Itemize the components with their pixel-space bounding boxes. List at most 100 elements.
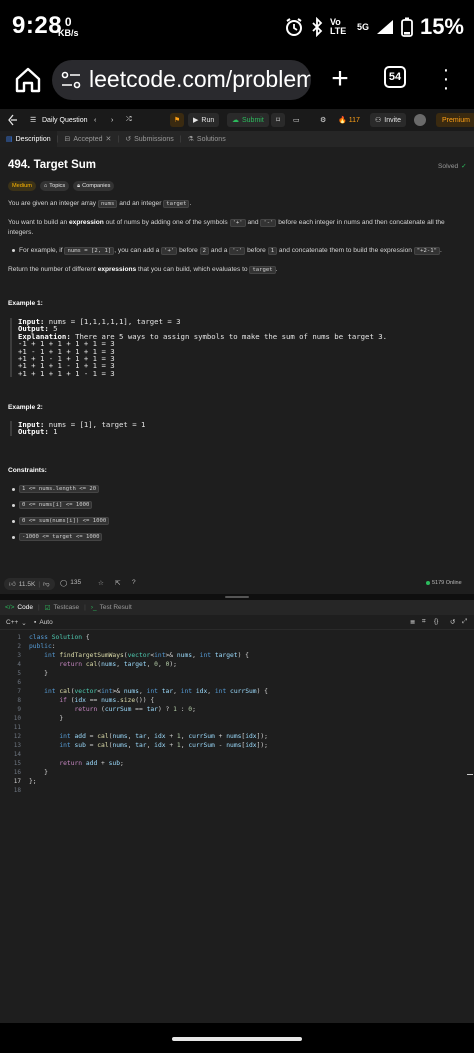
like-button[interactable]: 👍︎ 11.5K | 👎︎ [4, 578, 55, 590]
home-icon[interactable] [12, 64, 44, 96]
submit-button[interactable]: ☁ Submit [227, 113, 269, 127]
code-token: tar [146, 706, 158, 713]
code-line[interactable]: int add = cal(nums, tar, idx + 1, currSu… [29, 733, 268, 740]
layout-icon[interactable]: ▭ [293, 109, 300, 131]
line-number: 3 [17, 652, 21, 659]
invite-button[interactable]: ⚇ Invite [370, 113, 407, 127]
code-token: nums [226, 742, 242, 749]
inline-code: 1 [267, 247, 278, 255]
code-line[interactable]: } [29, 715, 63, 722]
problem-list-icon[interactable]: ☰ [30, 109, 36, 131]
tab-test-result[interactable]: ›_ Test Result [86, 600, 137, 615]
tab-solutions[interactable]: ⚗ Solutions [182, 131, 232, 147]
auto-mode-toggle[interactable]: ▪ Auto [34, 619, 53, 626]
tab-description[interactable]: ▤ Description [0, 131, 57, 147]
tab-testcase[interactable]: ☑ Testcase [40, 600, 84, 615]
premium-button[interactable]: Premium [436, 113, 474, 127]
streak-counter[interactable]: 🔥 117 [338, 109, 360, 131]
code-line[interactable]: return cal(nums, target, 0, 0); [29, 661, 177, 668]
prev-problem-icon[interactable]: ‹ [94, 109, 96, 131]
help-icon[interactable]: ? [132, 579, 136, 586]
code-line[interactable]: if (idx == nums.size()) { [29, 697, 154, 704]
tab-accepted[interactable]: ⊟ Accepted ✕ [58, 131, 117, 147]
format-icon[interactable]: ≣ [410, 618, 415, 626]
avatar[interactable] [414, 109, 426, 131]
code-token: class [29, 634, 48, 641]
solved-status: Solved ✓ [438, 162, 467, 171]
inline-code: nums = [2, 1] [64, 247, 115, 255]
leetcode-logo-icon[interactable] [6, 109, 18, 131]
companies-chip[interactable]: 🔒︎ Companies [73, 181, 115, 191]
site-settings-icon[interactable] [61, 71, 81, 89]
line-number: 13 [13, 742, 21, 749]
code-line[interactable]: } [29, 769, 48, 776]
code-line[interactable]: int sub = cal(nums, tar, idx + 1, currSu… [29, 742, 268, 749]
reset-icon[interactable]: ↺ [450, 618, 455, 626]
code-line[interactable]: } [29, 670, 48, 677]
url-text[interactable]: leetcode.com/problem [89, 66, 311, 93]
tab-switcher-button[interactable]: 54 [384, 66, 406, 88]
daily-question-link[interactable]: Daily Question [42, 109, 88, 131]
scrollbar-marker[interactable] [467, 774, 473, 775]
example-2-input: nums = [1], target = 1 [44, 420, 146, 429]
braces-icon[interactable]: {} [434, 618, 438, 625]
engagement-bar: 👍︎ 11.5K | 👎︎ ◯ 135 ☆ ⇱ ? 5179 Online [0, 575, 474, 594]
code-panel-tabs: </> Code | ☑ Testcase | ›_ Test Result [0, 600, 474, 615]
expand-icon[interactable]: ⤢ [462, 618, 467, 626]
code-token: nums [123, 688, 139, 695]
code-token: add [85, 760, 98, 767]
notes-icon[interactable]: ⌑ [271, 113, 285, 127]
thumbs-down-icon[interactable]: 👎︎ [43, 580, 50, 588]
code-line[interactable]: class Solution { [29, 634, 90, 641]
example-1-heading: Example 1: [8, 300, 43, 307]
problem-title[interactable]: 494. Target Sum [8, 159, 96, 171]
code-token: cal [97, 742, 109, 749]
code-token: int [59, 733, 71, 740]
bookmark-icon[interactable]: ⌗ [422, 618, 426, 626]
star-icon[interactable]: ☆ [98, 579, 104, 587]
address-bar[interactable]: leetcode.com/problem [52, 60, 311, 100]
code-line[interactable]: return (currSum == tar) ? 1 : 0; [29, 706, 196, 713]
code-token: + [165, 733, 177, 740]
comments-button[interactable]: ◯ 135 [60, 579, 81, 587]
share-icon[interactable]: ⇱ [115, 579, 120, 587]
code-token: currSum [188, 742, 215, 749]
run-button[interactable]: ▶ Run [188, 113, 220, 127]
close-icon[interactable]: ✕ [106, 135, 112, 143]
code-token: , [138, 688, 147, 695]
code-token: ); [169, 661, 177, 668]
new-tab-icon[interactable]: + [326, 64, 354, 94]
paragraph-2: You want to build an expression out of n… [8, 219, 445, 227]
code-token: sub [108, 760, 121, 767]
tab-code[interactable]: </> Code [0, 600, 38, 615]
tab-submissions[interactable]: ↺ Submissions [119, 131, 180, 147]
shuffle-icon[interactable]: ⤮ [126, 109, 132, 131]
code-token: vector [74, 688, 98, 695]
settings-icon[interactable]: ⚙ [320, 109, 326, 131]
auto-label: Auto [39, 619, 53, 626]
code-token: = [85, 733, 98, 740]
inline-code: "+2-1" [413, 247, 441, 255]
code-line[interactable]: public: [29, 643, 56, 650]
line-number: 14 [13, 751, 21, 758]
topics-chip[interactable]: ⌂ Topics [39, 181, 70, 191]
code-line[interactable]: int findTargetSumWays(vector<int>& nums,… [29, 652, 249, 659]
language-select[interactable]: C++ ⌄ [6, 619, 27, 627]
gesture-handle[interactable] [172, 1037, 302, 1041]
constraint-item: 0 <= sum(nums[i]) <= 1000 [12, 517, 110, 525]
next-problem-icon[interactable]: › [111, 109, 113, 131]
code-token: nums [101, 661, 117, 668]
code-token: >& [112, 688, 124, 695]
code-line[interactable]: int cal(vector<int>& nums, int tar, int … [29, 688, 268, 695]
code-editor[interactable]: C++ ⌄ ▪ Auto ≣ ⌗ {} ↺ ⤢ 1 2 3 4 5 6 7 8 9 … [0, 615, 474, 1023]
overflow-menu-icon[interactable]: · · · [440, 60, 452, 98]
code-token: = [85, 742, 98, 749]
code-line[interactable]: }; [29, 778, 37, 785]
code-line[interactable]: return add + sub; [29, 760, 123, 767]
add-user-icon: ⚇ [375, 117, 382, 124]
companies-label: Companies [82, 183, 111, 189]
code-token: ) { [256, 688, 268, 695]
debug-icon[interactable]: ⚑ [170, 113, 184, 127]
code-token: ()) { [135, 697, 155, 704]
code-token: , [192, 652, 200, 659]
